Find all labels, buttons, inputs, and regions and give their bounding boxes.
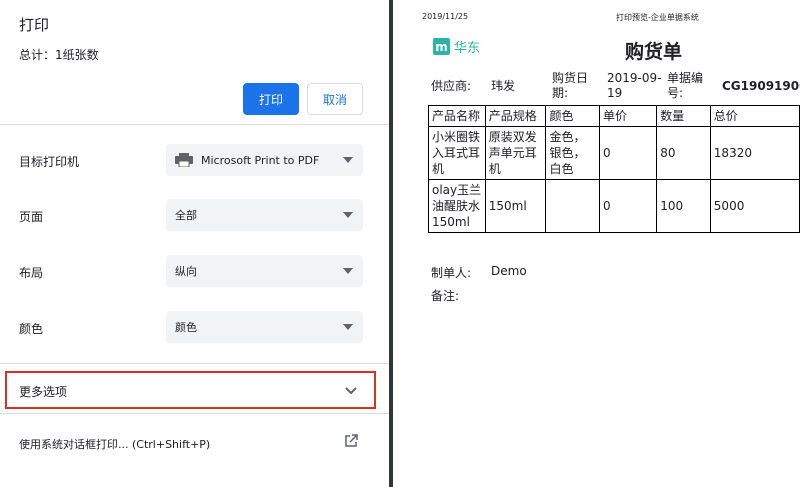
company-logo: m 华东 <box>433 37 480 56</box>
table-cell <box>545 179 601 233</box>
header-title: 打印预览-企业单据系统 <box>616 13 699 22</box>
layout-select[interactable]: 纵向 <box>166 255 363 287</box>
system-dialog-link[interactable]: 使用系统对话框打印... (Ctrl+Shift+P) <box>19 436 210 452</box>
table-cell: 0 <box>599 126 658 180</box>
remark-label: 备注: <box>431 289 460 303</box>
header-date: 2019/11/25 <box>422 12 469 21</box>
table-row: 小米圈铁入耳式耳机 原装双发声单元耳机 金色，银色，白色 0 80 18320 <box>428 126 800 180</box>
divider <box>0 124 389 125</box>
destination-label: 目标打印机 <box>19 155 80 169</box>
cancel-button[interactable]: 取消 <box>307 83 363 115</box>
document-title: 购货单 <box>625 41 683 63</box>
date-value: 2019-09-19 <box>607 71 662 100</box>
column-header: 产品规格 <box>484 105 547 127</box>
table-cell: 80 <box>656 126 711 180</box>
dropdown-arrow-icon <box>343 157 353 163</box>
column-header: 颜色 <box>545 105 601 127</box>
number-label: 单据编号: <box>667 71 704 100</box>
more-options-toggle[interactable]: 更多选项 <box>5 371 376 409</box>
table-cell: 150ml <box>484 179 547 233</box>
table-cell: 18320 <box>709 126 800 180</box>
chevron-down-icon <box>345 387 357 395</box>
pages-value: 全部 <box>175 209 197 222</box>
layout-value: 纵向 <box>175 265 197 278</box>
printer-icon <box>175 153 193 167</box>
column-header: 单价 <box>599 105 658 127</box>
destination-select[interactable]: Microsoft Print to PDF <box>166 144 363 176</box>
maker-value: Demo <box>491 264 527 278</box>
color-select[interactable]: 颜色 <box>166 311 363 343</box>
print-button[interactable]: 打印 <box>243 83 299 115</box>
divider <box>0 413 389 414</box>
table-cell: 小米圈铁入耳式耳机 <box>428 126 486 180</box>
destination-value: Microsoft Print to PDF <box>201 153 320 167</box>
open-external-icon[interactable] <box>344 434 358 448</box>
table-cell: 金色，银色，白色 <box>545 126 601 180</box>
print-settings-panel: 打印 总计：1纸张数 打印 取消 目标打印机 Microsoft Print t… <box>0 0 389 487</box>
layout-label: 布局 <box>19 266 44 280</box>
table-cell: 100 <box>656 179 711 233</box>
color-label: 颜色 <box>19 322 44 336</box>
column-header: 数量 <box>656 105 711 127</box>
table-header: 产品名称 产品规格 颜色 单价 数量 总价 <box>428 105 800 127</box>
goods-table: 产品名称 产品规格 颜色 单价 数量 总价 小米圈铁入耳式耳机 原装双发声单元耳机 金色，银色，… <box>428 105 800 233</box>
pages-select[interactable]: 全部 <box>166 199 363 231</box>
date-label: 购货日期: <box>552 71 589 100</box>
table-row: olay玉兰油醒肤水150ml 150ml 0 100 5000 <box>428 179 800 233</box>
print-preview: 2019/11/25 打印预览-企业单据系统 m 华东 购货单 供应商: 玮发 … <box>393 0 800 487</box>
dropdown-arrow-icon <box>343 212 353 218</box>
table-cell: 0 <box>599 179 658 233</box>
logo-text: 华东 <box>454 41 481 56</box>
logo-mark: m <box>433 38 450 55</box>
table-cell: 原装双发声单元耳机 <box>484 126 547 180</box>
column-header: 产品名称 <box>428 105 486 127</box>
maker-label: 制单人: <box>431 266 472 280</box>
dropdown-arrow-icon <box>343 324 353 330</box>
dropdown-arrow-icon <box>343 268 353 274</box>
divider <box>0 363 389 364</box>
dialog-title: 打印 <box>19 16 50 34</box>
table-cell: 5000 <box>709 179 800 233</box>
color-value: 颜色 <box>175 321 197 334</box>
column-header: 总价 <box>709 105 800 127</box>
pages-label: 页面 <box>19 210 44 224</box>
table-cell: olay玉兰油醒肤水150ml <box>428 179 486 233</box>
sheet-count: 总计：1纸张数 <box>19 48 99 62</box>
more-options-label: 更多选项 <box>19 385 68 399</box>
